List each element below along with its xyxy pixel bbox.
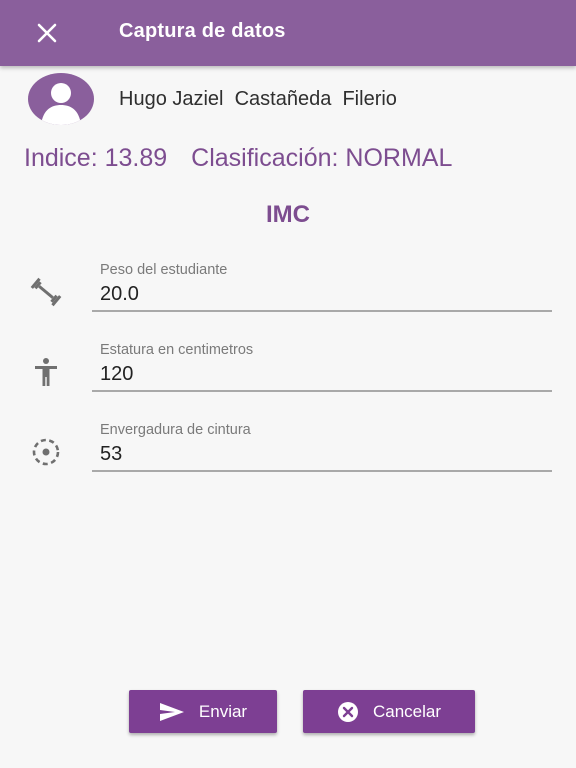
send-icon — [159, 702, 184, 721]
send-label: Enviar — [198, 701, 248, 721]
waist-underline — [92, 470, 552, 472]
person-icon — [41, 83, 81, 125]
weight-underline — [92, 310, 552, 312]
height-underline — [92, 390, 552, 392]
cancel-button[interactable]: Cancelar — [303, 690, 475, 733]
cancel-circle-icon — [337, 701, 358, 722]
height-field: Estatura en centimetros — [0, 342, 576, 402]
imc-classification: Clasificación: NORMAL — [191, 144, 453, 172]
imc-result: Indice: 13.89 Clasificación: NORMAL — [24, 144, 564, 173]
page-title: Captura de datos — [119, 20, 286, 42]
weight-input[interactable] — [100, 280, 548, 308]
waist-label: Envergadura de cintura — [100, 422, 251, 438]
waist-field: Envergadura de cintura — [0, 422, 576, 482]
send-button[interactable]: Enviar — [129, 690, 277, 733]
height-label: Estatura en centimetros — [100, 342, 254, 358]
close-icon — [37, 23, 57, 43]
app-bar: Captura de datos — [0, 0, 576, 66]
dumbbell-icon — [30, 277, 62, 307]
student-name: Hugo Jaziel Castañeda Filerio — [119, 88, 397, 110]
waist-input[interactable] — [100, 440, 548, 468]
close-button[interactable] — [30, 16, 64, 50]
height-input[interactable] — [100, 360, 548, 388]
dashed-circle-icon — [32, 438, 60, 466]
weight-label: Peso del estudiante — [100, 262, 228, 278]
section-title: IMC — [266, 201, 310, 228]
cancel-label: Cancelar — [372, 701, 442, 721]
imc-index: Indice: 13.89 — [24, 144, 168, 172]
accessibility-icon — [35, 358, 57, 386]
avatar — [28, 73, 94, 125]
weight-field: Peso del estudiante — [0, 262, 576, 322]
